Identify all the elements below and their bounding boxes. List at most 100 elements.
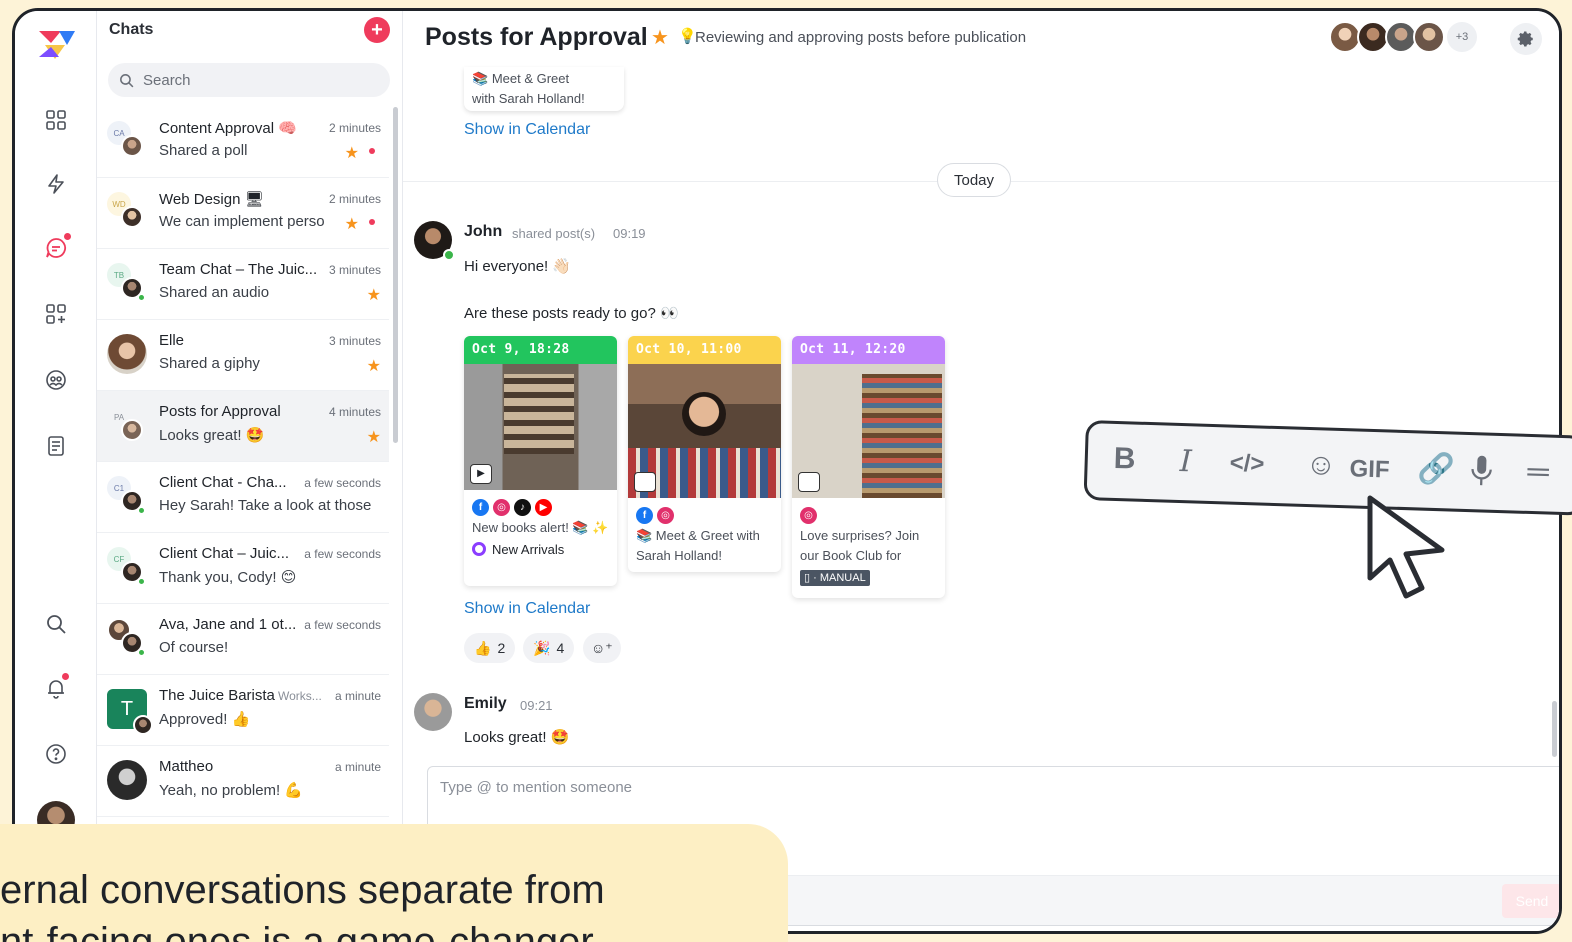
post-caption: New books alert! 📚 ✨	[472, 520, 609, 535]
reaction-thumbs-up[interactable]: 👍 2	[464, 633, 516, 663]
more-options-button[interactable]: ═	[1527, 455, 1549, 490]
avatar: PA	[107, 405, 147, 445]
post-card[interactable]: Oct 10, 11:00 f ◎ 📚 Meet & Greet with Sar…	[628, 336, 781, 572]
italic-button[interactable]: I	[1179, 444, 1192, 479]
unread-dot	[369, 148, 375, 154]
chat-unread-dot	[64, 233, 71, 240]
post-body: ◎ Love surprises? Join our Book Club for…	[792, 498, 945, 593]
search-icon[interactable]	[39, 607, 73, 641]
post-tag: MANUAL	[819, 572, 866, 584]
online-indicator	[137, 293, 146, 302]
post-card[interactable]: Oct 9, 18:28 ▶ f ◎ ♪ ▶ New books alert! 📚 ✨…	[464, 336, 617, 586]
post-date: Oct 9, 18:28	[464, 336, 617, 364]
menu-icon: ═	[1527, 454, 1550, 489]
star-icon[interactable]: ★	[367, 356, 381, 376]
search-input[interactable]: Search	[108, 63, 390, 97]
notes-icon[interactable]	[39, 429, 73, 463]
app-logo-icon[interactable]	[37, 27, 77, 63]
previous-post-card[interactable]: 📚 Meet & Greet with Sarah Holland!	[464, 67, 624, 111]
message-time: 09:19	[613, 226, 646, 241]
post-card[interactable]: Oct 11, 12:20 ◎ Love surprises? Join our…	[792, 336, 945, 598]
tiktok-icon: ♪	[514, 499, 531, 516]
post-image[interactable]	[628, 364, 781, 498]
chat-item-client-chat-2[interactable]: CF Client Chat – Juic... a few seconds T…	[97, 533, 389, 604]
message-author[interactable]: Emily	[464, 695, 507, 713]
emily-avatar[interactable]	[414, 693, 452, 731]
emoji-button[interactable]: ☺	[1305, 448, 1337, 483]
image-icon	[634, 472, 656, 492]
add-reaction-button[interactable]: ☺⁺	[583, 633, 621, 663]
chat-item-content-approval[interactable]: CA Content Approval 🧠 2 minutes Shared a…	[97, 107, 389, 178]
contacts-icon[interactable]	[39, 363, 73, 397]
new-chat-button[interactable]: +	[364, 17, 390, 43]
dashboard-icon[interactable]	[39, 103, 73, 137]
chat-name: The Juice Barista	[159, 687, 275, 704]
chat-item-web-design[interactable]: WD Web Design 🖥 2 minutes We can impleme…	[97, 178, 389, 249]
chat-last-message: Shared a poll	[159, 142, 248, 159]
chat-item-mattheo[interactable]: Mattheo a minute Yeah, no problem! 💪	[97, 746, 389, 817]
chat-item-elle[interactable]: Elle 3 minutes Shared a giphy ★	[97, 320, 389, 391]
paperclip-icon: 🔗	[1417, 452, 1456, 487]
star-icon[interactable]: ★	[345, 143, 359, 163]
avatar: T	[107, 689, 153, 735]
code-button[interactable]: </>	[1229, 450, 1265, 479]
chat-icon[interactable]	[39, 231, 73, 265]
emoji-icon: ☺	[1305, 447, 1337, 482]
show-in-calendar-link[interactable]: Show in Calendar	[464, 600, 590, 618]
post-tag: New Arrivals	[492, 542, 565, 557]
reaction-count: 2	[497, 640, 506, 656]
phone-icon: ▯ ·	[804, 572, 820, 584]
chat-time: a few seconds	[304, 618, 381, 632]
bold-button[interactable]: B	[1113, 442, 1136, 477]
chat-name: Mattheo	[159, 758, 214, 775]
chat-last-message: Looks great! 🤩	[159, 427, 265, 444]
previous-post-text: with Sarah Holland!	[472, 91, 585, 106]
video-icon: ▶	[470, 464, 492, 484]
apps-add-icon[interactable]	[39, 297, 73, 331]
show-in-calendar-link[interactable]: Show in Calendar	[464, 121, 590, 139]
message-text: Hi everyone! 👋🏻	[464, 258, 572, 275]
chat-item-posts-for-approval[interactable]: PA Posts for Approval 4 minutes Looks gr…	[97, 391, 389, 462]
chat-item-client-chat-1[interactable]: C1 Client Chat - Cha... a few seconds He…	[97, 462, 389, 533]
star-icon[interactable]: ★	[345, 214, 359, 234]
post-image[interactable]: ▶	[464, 364, 617, 490]
help-icon[interactable]	[39, 737, 73, 771]
gif-button[interactable]: GIF	[1349, 455, 1390, 484]
attachment-button[interactable]: 🔗	[1417, 451, 1455, 487]
icon-rail	[15, 11, 97, 931]
chat-list-scrollbar[interactable]	[393, 107, 398, 443]
favorite-star-icon[interactable]: ★	[651, 25, 669, 50]
chat-last-message: We can implement perso	[159, 213, 325, 230]
reaction-party[interactable]: 🎉 4	[523, 633, 575, 663]
microphone-button[interactable]	[1467, 453, 1496, 496]
member-avatars[interactable]: +3	[1329, 21, 1477, 53]
chat-item-team-chat[interactable]: TB Team Chat – The Juic... 3 minutes Sha…	[97, 249, 389, 320]
youtube-icon: ▶	[535, 499, 552, 516]
post-image[interactable]	[792, 364, 945, 498]
bell-icon[interactable]	[39, 671, 73, 705]
online-indicator	[137, 577, 146, 586]
bell-unread-dot	[62, 673, 69, 680]
message-text: Are these posts ready to go? 👀	[464, 305, 679, 322]
avatar: WD	[107, 192, 147, 232]
settings-gear-icon[interactable]	[1510, 23, 1542, 55]
party-icon: 🎉	[533, 639, 551, 656]
send-button[interactable]: Send	[1502, 884, 1559, 918]
avatar-photo	[121, 419, 143, 441]
chat-name: Client Chat – Juic...	[159, 545, 290, 562]
chat-name: Web Design 🖥	[159, 191, 264, 208]
unread-dot	[369, 219, 375, 225]
instagram-icon: ◎	[657, 507, 674, 524]
bolt-icon[interactable]	[39, 167, 73, 201]
star-icon[interactable]: ★	[367, 427, 381, 447]
message-author[interactable]: John	[464, 223, 502, 241]
online-indicator	[137, 648, 146, 657]
post-body: f ◎ 📚 Meet & Greet with Sarah Holland!	[628, 498, 781, 572]
avatar-photo	[121, 135, 143, 157]
facebook-icon: f	[472, 499, 489, 516]
more-members-badge[interactable]: +3	[1447, 22, 1477, 52]
star-icon[interactable]: ★	[367, 285, 381, 305]
messages-scrollbar[interactable]	[1552, 701, 1557, 757]
chat-item-group[interactable]: Ava, Jane and 1 ot... a few seconds Of c…	[97, 604, 389, 675]
chat-item-juice-barista[interactable]: T The Juice Barista Works... a minute Ap…	[97, 675, 389, 746]
